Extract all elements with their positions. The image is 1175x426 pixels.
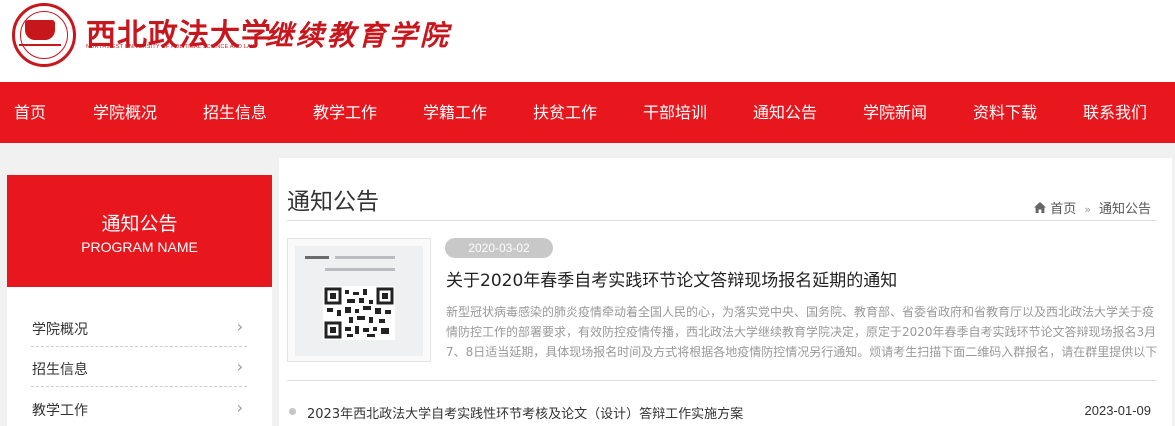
list-item[interactable]: 2023年西北政法大学自考实践性环节考核及论文（设计）答辩工作实施方案 2023…: [287, 402, 1159, 422]
sidebar-item-admissions[interactable]: 招生信息 ›: [31, 347, 247, 387]
sidebar-item-label: 教学工作: [32, 403, 88, 419]
nav-item-home[interactable]: 首页: [0, 82, 60, 143]
main-nav: 首页 学院概况 招生信息 教学工作 学籍工作 扶贫工作 干部培训 通知公告 学院…: [0, 82, 1175, 143]
nav-item-poverty-relief[interactable]: 扶贫工作: [520, 82, 610, 143]
college-name: 继续教育学院: [265, 19, 452, 52]
nav-item-student-status[interactable]: 学籍工作: [410, 82, 500, 143]
breadcrumb-current[interactable]: 通知公告: [1099, 202, 1151, 217]
sidebar-header: 通知公告 PROGRAM NAME: [7, 175, 272, 287]
list-divider: [287, 380, 1157, 381]
breadcrumb-home-link[interactable]: 首页: [1050, 202, 1076, 217]
page-title: 通知公告: [287, 189, 379, 215]
thumbnail-screenshot: [295, 246, 423, 356]
seal-bar: [19, 44, 61, 46]
thumb-line: [305, 256, 329, 259]
school-name-en: NORTHWEST UNIVERSITY OF POLITICAL SCIENC…: [86, 44, 257, 50]
nav-item-overview[interactable]: 学院概况: [80, 82, 170, 143]
nav-item-admissions[interactable]: 招生信息: [190, 82, 280, 143]
thumb-line: [335, 256, 395, 259]
university-seal-logo[interactable]: [12, 3, 76, 67]
featured-news-excerpt: 新型冠状病毒感染的肺炎疫情牵动着全国人民的心，为落实党中央、国务院、教育部、省委…: [446, 305, 1158, 359]
nav-item-cadre-training[interactable]: 干部培训: [630, 82, 720, 143]
sidebar-subtitle: PROGRAM NAME: [81, 239, 198, 255]
main-content: 通知公告 首页 » 通知公告 2020-03-02 关于2020年春季自考实践环节…: [279, 158, 1172, 426]
nav-item-downloads[interactable]: 资料下载: [960, 82, 1050, 143]
nav-item-teaching[interactable]: 教学工作: [300, 82, 390, 143]
featured-news-title[interactable]: 关于2020年春季自考实践环节论文答辩现场报名延期的通知: [446, 266, 897, 291]
chevron-right-icon: ›: [236, 317, 243, 336]
chevron-right-icon: ›: [236, 398, 243, 417]
qr-code-icon: [323, 286, 395, 340]
chevron-right-icon: ›: [236, 357, 243, 376]
bullet-icon: [289, 408, 296, 415]
thumb-line: [325, 268, 395, 271]
nav-item-contact[interactable]: 联系我们: [1070, 82, 1160, 143]
site-header: 西北政法大学 NORTHWEST UNIVERSITY OF POLITICAL…: [0, 0, 1175, 82]
nav-item-notices[interactable]: 通知公告: [740, 82, 830, 143]
breadcrumb: 首页 » 通知公告: [1034, 198, 1151, 217]
sidebar-item-label: 招生信息: [32, 362, 88, 378]
sidebar-item-overview[interactable]: 学院概况 ›: [31, 307, 247, 347]
sidebar-menu: 学院概况 › 招生信息 › 教学工作 ›: [7, 287, 272, 426]
home-icon: [1034, 202, 1047, 217]
breadcrumb-separator: »: [1084, 203, 1091, 216]
sidebar-title: 通知公告: [101, 213, 178, 235]
seal-emblem: [25, 20, 55, 40]
sidebar-item-label: 学院概况: [32, 322, 88, 338]
featured-thumbnail[interactable]: [287, 238, 431, 362]
list-item-date: 2023-01-09: [1084, 403, 1152, 418]
nav-item-news[interactable]: 学院新闻: [850, 82, 940, 143]
title-divider: [287, 220, 1157, 221]
featured-date-badge: 2020-03-02: [445, 238, 553, 258]
list-item-title[interactable]: 2023年西北政法大学自考实践性环节考核及论文（设计）答辩工作实施方案: [307, 403, 743, 422]
sidebar-item-teaching[interactable]: 教学工作 ›: [31, 388, 247, 426]
